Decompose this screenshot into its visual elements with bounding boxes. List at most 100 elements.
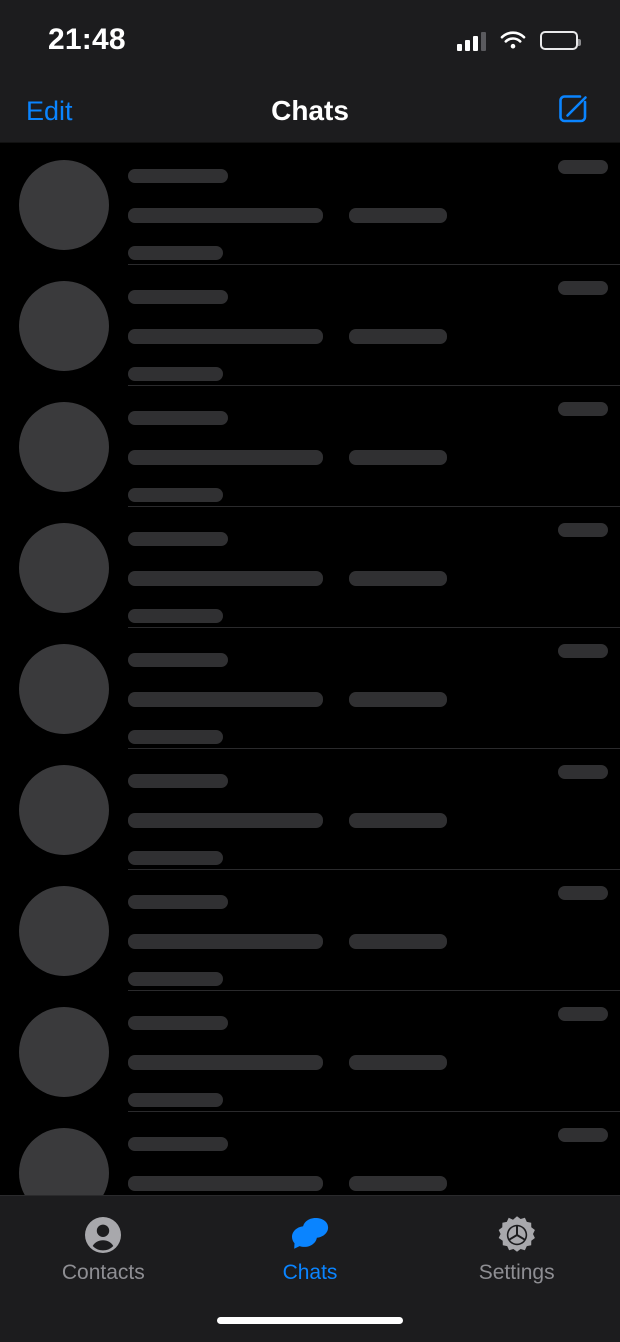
chat-item-body [128, 281, 620, 385]
detail-placeholder [128, 246, 223, 260]
timestamp-placeholder [558, 281, 608, 295]
avatar-placeholder [19, 523, 109, 613]
detail-placeholder [128, 488, 223, 502]
name-placeholder [128, 1016, 228, 1030]
name-placeholder [128, 411, 228, 425]
battery-icon [540, 30, 581, 50]
chat-item-body [128, 644, 620, 748]
compose-icon [554, 90, 592, 133]
chat-item-body [128, 886, 620, 990]
chat-list-item[interactable] [0, 748, 620, 869]
timestamp-placeholder [558, 1128, 608, 1142]
timestamp-placeholder [558, 886, 608, 900]
status-bar: 21:48 [0, 0, 620, 80]
chat-item-body [128, 523, 620, 627]
timestamp-placeholder [558, 160, 608, 174]
message-placeholder-2 [349, 208, 447, 223]
chat-list-item[interactable] [0, 627, 620, 748]
tab-settings[interactable]: Settings [413, 1214, 620, 1285]
edit-button[interactable]: Edit [22, 92, 77, 131]
status-bar-time: 21:48 [48, 23, 126, 56]
message-placeholder-row [128, 208, 620, 223]
timestamp-placeholder [558, 1007, 608, 1021]
tab-label-chats: Chats [282, 1261, 338, 1284]
timestamp-placeholder [558, 765, 608, 779]
avatar-placeholder [19, 1007, 109, 1097]
message-placeholder-2 [349, 692, 447, 707]
detail-placeholder [128, 609, 223, 623]
chat-list-item[interactable] [0, 869, 620, 990]
chat-bubbles-icon [289, 1214, 331, 1256]
chat-list-item[interactable] [0, 1111, 620, 1195]
header: 21:48 Edit Chats [0, 0, 620, 143]
message-placeholder [128, 208, 323, 223]
compose-button[interactable] [552, 90, 594, 132]
tab-chats[interactable]: Chats [207, 1214, 414, 1285]
message-placeholder-2 [349, 1176, 447, 1191]
message-placeholder [128, 1055, 323, 1070]
chats-screen: 21:48 Edit Chats Contacts Chats Settings [0, 0, 620, 1342]
message-placeholder-2 [349, 934, 447, 949]
name-placeholder [128, 532, 228, 546]
chat-list[interactable] [0, 143, 620, 1195]
message-placeholder [128, 1176, 323, 1191]
wifi-icon [500, 30, 526, 50]
detail-placeholder [128, 1093, 223, 1107]
message-placeholder-row [128, 450, 620, 465]
name-placeholder [128, 169, 228, 183]
tab-contacts[interactable]: Contacts [0, 1214, 207, 1285]
home-indicator [217, 1317, 403, 1324]
message-placeholder-row [128, 934, 620, 949]
message-placeholder-row [128, 571, 620, 586]
avatar-placeholder [19, 281, 109, 371]
chat-list-item[interactable] [0, 990, 620, 1111]
timestamp-placeholder [558, 523, 608, 537]
chat-item-body [128, 1128, 620, 1195]
cellular-signal-icon [457, 29, 486, 51]
tab-label-settings: Settings [478, 1261, 555, 1284]
chat-item-body [128, 402, 620, 506]
message-placeholder-row [128, 329, 620, 344]
avatar-placeholder [19, 886, 109, 976]
chat-list-item[interactable] [0, 143, 620, 264]
message-placeholder [128, 571, 323, 586]
message-placeholder [128, 934, 323, 949]
name-placeholder [128, 290, 228, 304]
name-placeholder [128, 774, 228, 788]
chat-list-item[interactable] [0, 385, 620, 506]
detail-placeholder [128, 972, 223, 986]
status-bar-icons [457, 29, 581, 51]
chat-list-item[interactable] [0, 264, 620, 385]
message-placeholder-row [128, 813, 620, 828]
chat-item-body [128, 765, 620, 869]
avatar-placeholder [19, 1128, 109, 1195]
avatar-placeholder [19, 765, 109, 855]
message-placeholder [128, 692, 323, 707]
name-placeholder [128, 1137, 228, 1151]
message-placeholder [128, 813, 323, 828]
message-placeholder [128, 329, 323, 344]
message-placeholder-2 [349, 329, 447, 344]
gear-icon [496, 1214, 538, 1256]
avatar-placeholder [19, 402, 109, 492]
name-placeholder [128, 653, 228, 667]
message-placeholder-row [128, 692, 620, 707]
detail-placeholder [128, 367, 223, 381]
chat-list-item[interactable] [0, 506, 620, 627]
tab-label-contacts: Contacts [61, 1261, 145, 1284]
message-placeholder-2 [349, 813, 447, 828]
message-placeholder [128, 450, 323, 465]
contacts-person-icon [82, 1214, 124, 1256]
name-placeholder [128, 895, 228, 909]
chat-item-body [128, 1007, 620, 1111]
chat-item-body [128, 160, 620, 264]
message-placeholder-2 [349, 571, 447, 586]
avatar-placeholder [19, 644, 109, 734]
message-placeholder-2 [349, 450, 447, 465]
detail-placeholder [128, 851, 223, 865]
page-title: Chats [271, 95, 349, 126]
timestamp-placeholder [558, 402, 608, 416]
avatar-placeholder [19, 160, 109, 250]
message-placeholder-2 [349, 1055, 447, 1070]
detail-placeholder [128, 730, 223, 744]
